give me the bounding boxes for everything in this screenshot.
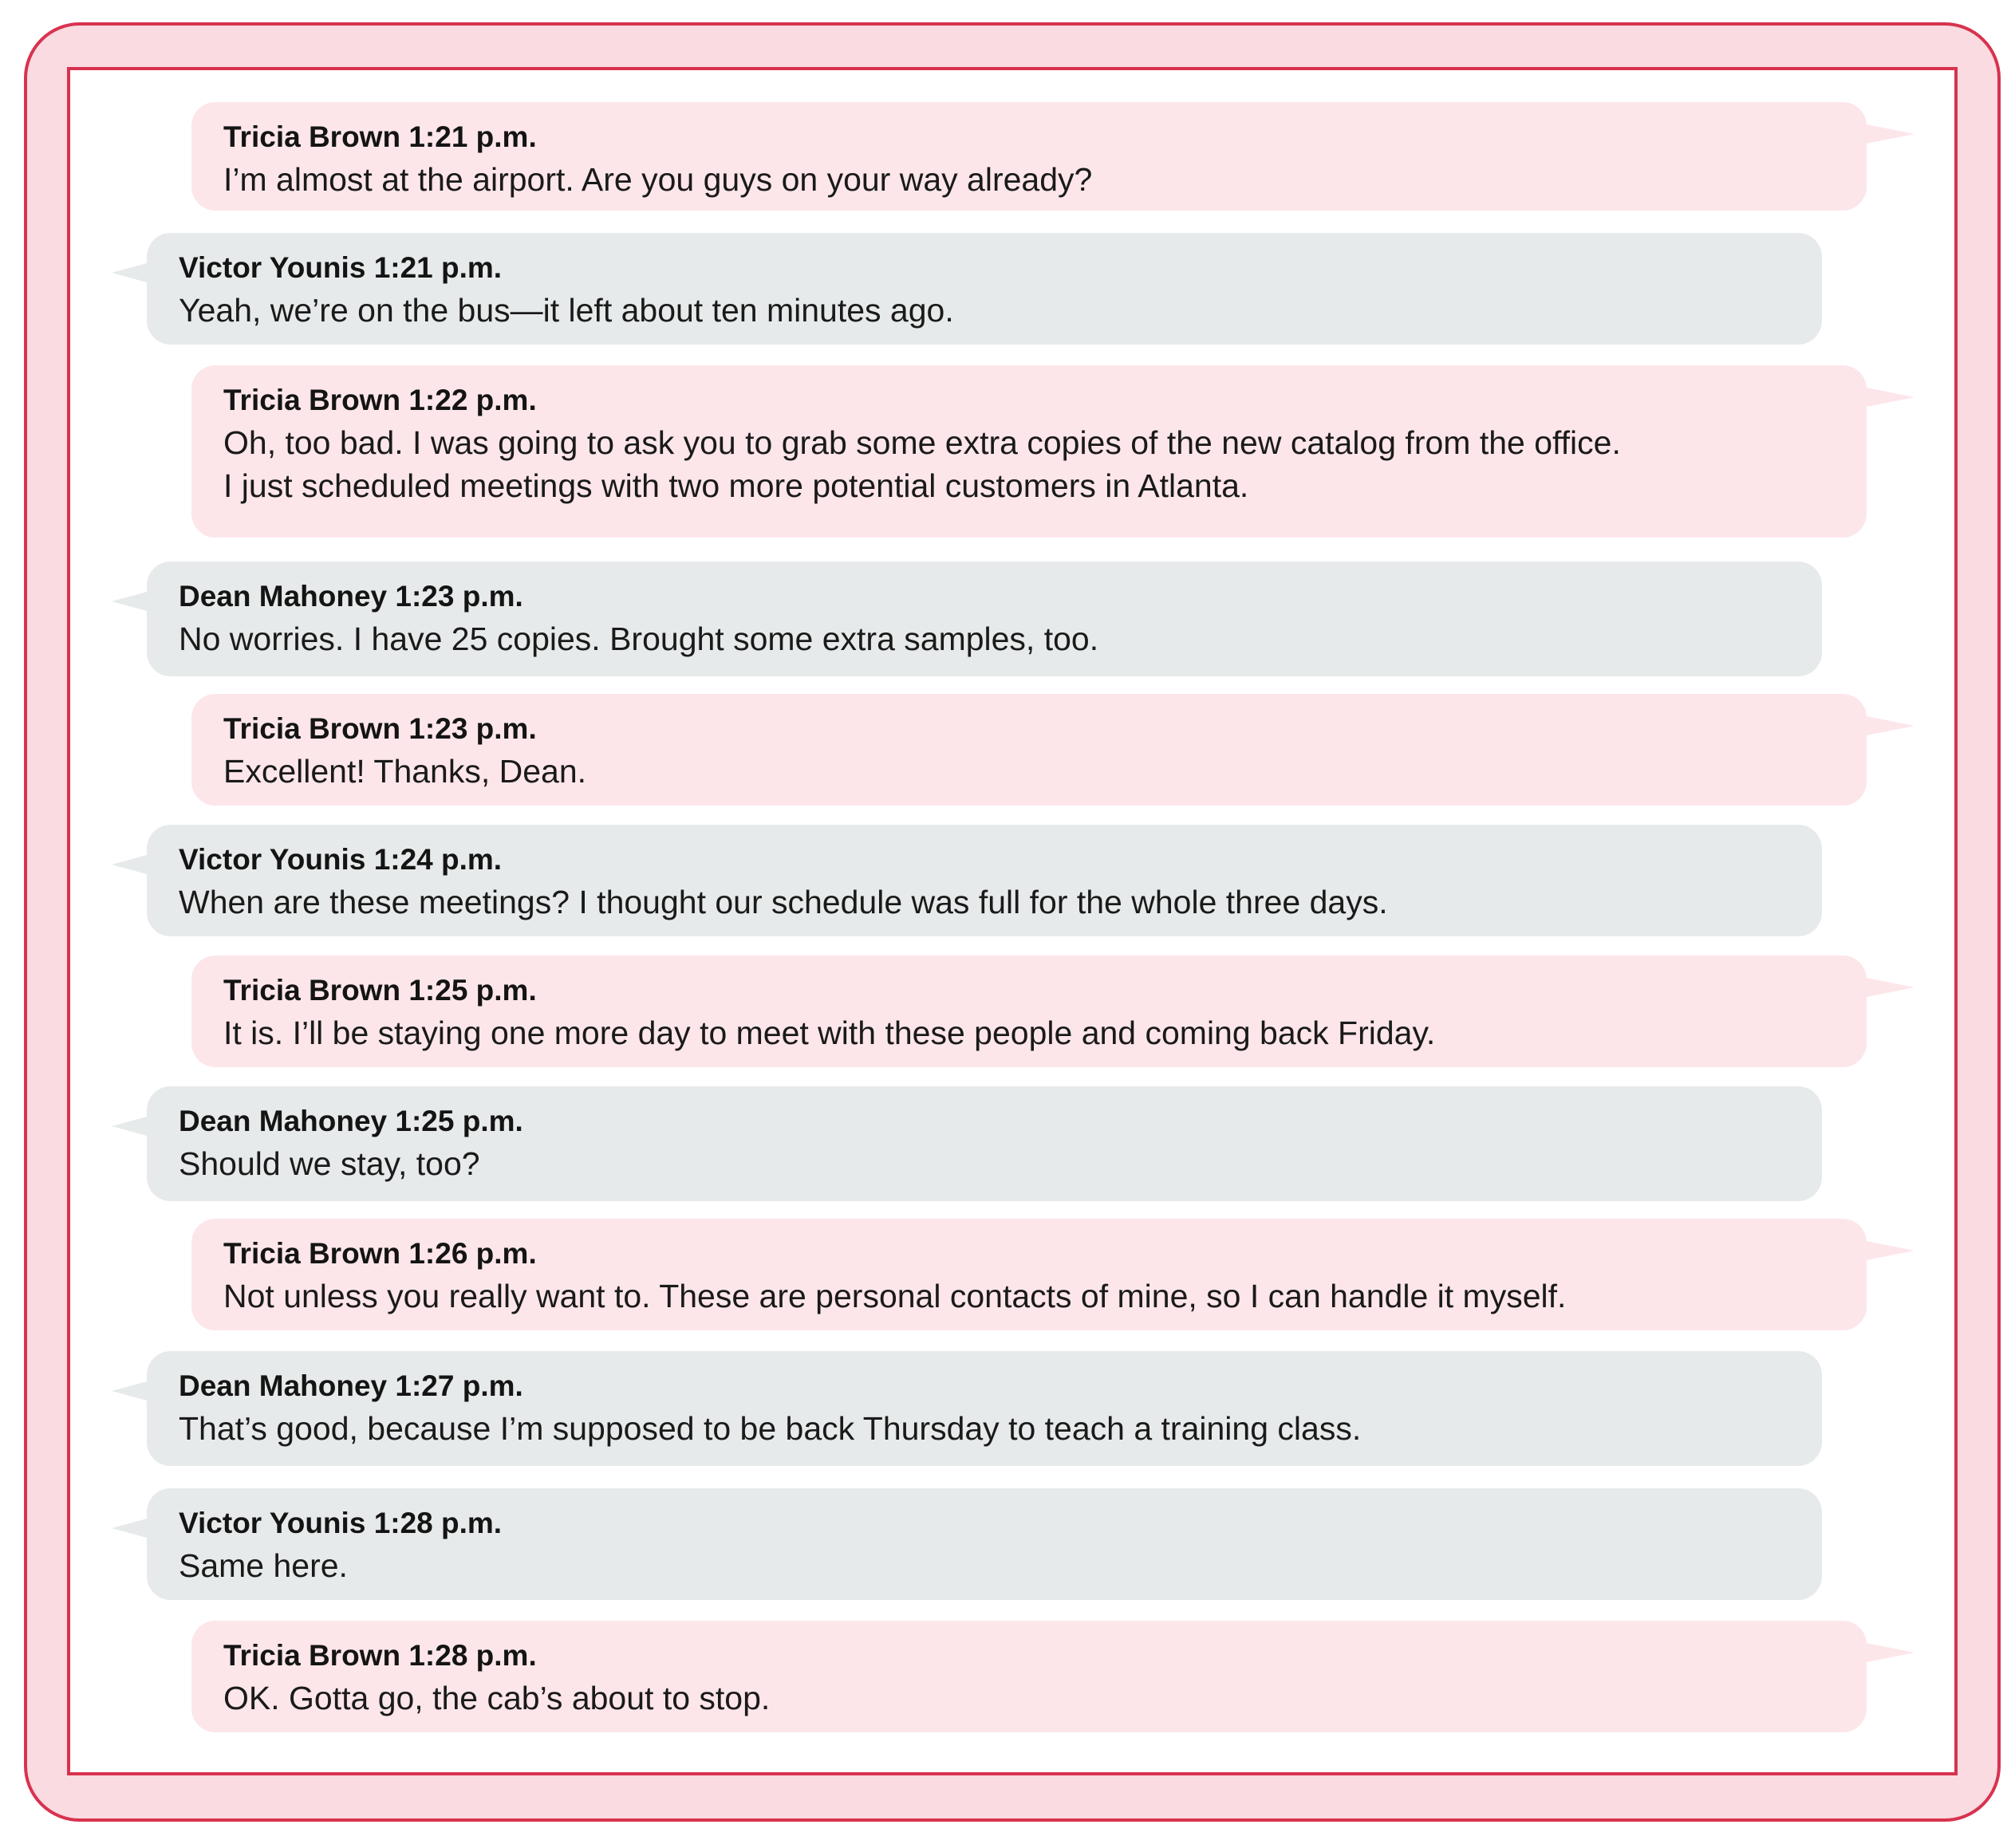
message-text: Oh, too bad. I was going to ask you to g… [223, 424, 1621, 504]
message-bubble: Victor Younis 1:28 p.m. Same here. [112, 1488, 1822, 1600]
message-time: 1:28 p.m. [373, 1507, 503, 1539]
message-bubble: Dean Mahoney 1:27 p.m. That’s good, becau… [112, 1351, 1822, 1466]
message-text: I’m almost at the airport. Are you guys … [223, 161, 1093, 198]
message-bubble: Tricia Brown 1:21 p.m. I’m almost at the … [191, 102, 1914, 211]
message-time: 1:27 p.m. [395, 1369, 523, 1402]
message-text: No worries. I have 25 copies. Brought so… [179, 621, 1099, 657]
message-text: Excellent! Thanks, Dean. [223, 753, 587, 790]
message-header: Tricia Brown 1:28 p.m. [223, 1635, 1835, 1677]
message-header: Victor Younis 1:24 p.m. [179, 839, 1790, 881]
message-author: Victor Younis [179, 843, 366, 876]
message-author: Tricia Brown [223, 974, 401, 1007]
message-bubble: Tricia Brown 1:28 p.m. OK. Gotta go, the … [191, 1621, 1914, 1732]
message-time: 1:25 p.m. [408, 974, 537, 1007]
message-header: Dean Mahoney 1:27 p.m. [179, 1365, 1790, 1407]
message-header: Victor Younis 1:28 p.m. [179, 1503, 1790, 1544]
message-bubble: Victor Younis 1:21 p.m. Yeah, we’re on th… [112, 233, 1822, 345]
message-time: 1:26 p.m. [408, 1237, 537, 1270]
message-text: OK. Gotta go, the cab’s about to stop. [223, 1680, 771, 1716]
message-text: That’s good, because I’m supposed to be … [179, 1410, 1362, 1447]
message-text: It is. I’ll be staying one more day to m… [223, 1015, 1436, 1051]
message-time: 1:25 p.m. [395, 1105, 523, 1137]
message-author: Tricia Brown [223, 384, 401, 416]
message-text: Yeah, we’re on the bus—it left about ten… [179, 292, 954, 329]
message-author: Tricia Brown [223, 712, 401, 745]
message-header: Tricia Brown 1:22 p.m. [223, 380, 1835, 421]
message-time: 1:24 p.m. [373, 843, 503, 876]
message-author: Dean Mahoney [179, 580, 388, 613]
message-time: 1:28 p.m. [408, 1639, 537, 1672]
message-bubble: Tricia Brown 1:25 p.m. It is. I’ll be sta… [191, 956, 1914, 1067]
message-time: 1:21 p.m. [408, 120, 537, 153]
message-author: Tricia Brown [223, 1237, 401, 1270]
message-author: Dean Mahoney [179, 1369, 388, 1402]
message-bubble: Victor Younis 1:24 p.m. When are these me… [112, 825, 1822, 936]
message-text: When are these meetings? I thought our s… [179, 884, 1388, 920]
message-header: Tricia Brown 1:21 p.m. [223, 116, 1835, 158]
message-bubble: Dean Mahoney 1:25 p.m. Should we stay, to… [112, 1086, 1822, 1201]
message-bubble: Tricia Brown 1:26 p.m. Not unless you rea… [191, 1219, 1914, 1330]
message-author: Victor Younis [179, 1507, 366, 1539]
message-time: 1:22 p.m. [408, 384, 537, 416]
message-header: Victor Younis 1:21 p.m. [179, 247, 1790, 289]
message-text: Same here. [179, 1547, 348, 1584]
message-text: Not unless you really want to. These are… [223, 1278, 1567, 1314]
message-bubble: Tricia Brown 1:22 p.m. Oh, too bad. I was… [191, 365, 1914, 538]
message-time: 1:23 p.m. [395, 580, 523, 613]
message-author: Tricia Brown [223, 120, 401, 153]
message-author: Tricia Brown [223, 1639, 401, 1672]
message-header: Tricia Brown 1:25 p.m. [223, 970, 1835, 1011]
message-time: 1:21 p.m. [373, 251, 503, 284]
message-header: Dean Mahoney 1:23 p.m. [179, 576, 1790, 617]
message-bubble: Tricia Brown 1:23 p.m. Excellent! Thanks,… [191, 694, 1914, 806]
message-header: Dean Mahoney 1:25 p.m. [179, 1101, 1790, 1142]
message-header: Tricia Brown 1:26 p.m. [223, 1233, 1835, 1275]
message-author: Dean Mahoney [179, 1105, 388, 1137]
message-text: Should we stay, too? [179, 1145, 480, 1182]
message-author: Victor Younis [179, 251, 366, 284]
message-time: 1:23 p.m. [408, 712, 537, 745]
message-bubble: Dean Mahoney 1:23 p.m. No worries. I have… [112, 561, 1822, 676]
message-header: Tricia Brown 1:23 p.m. [223, 708, 1835, 750]
